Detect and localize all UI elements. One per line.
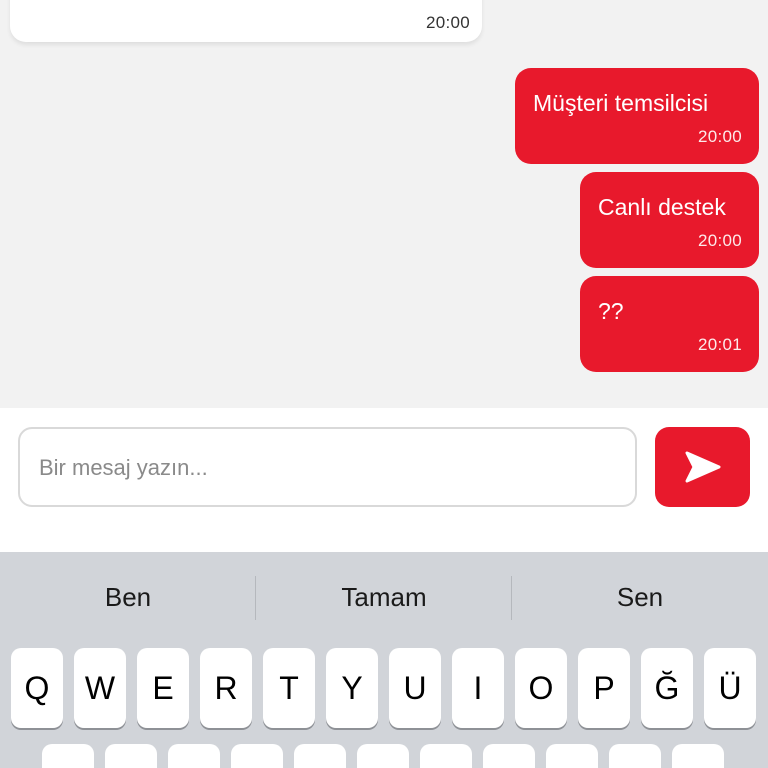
keyboard-key[interactable] xyxy=(294,744,346,768)
key-e[interactable]: E xyxy=(137,648,189,728)
keyboard-key[interactable] xyxy=(420,744,472,768)
message-input[interactable]: Bir mesaj yazın... xyxy=(18,427,637,507)
message-list[interactable]: 20:00 Müşteri temsilcisi 20:00 Canlı des… xyxy=(0,0,768,408)
chat-screen: 20:00 Müşteri temsilcisi 20:00 Canlı des… xyxy=(0,0,768,768)
keyboard-key[interactable] xyxy=(231,744,283,768)
keyboard-key[interactable] xyxy=(357,744,409,768)
send-button[interactable] xyxy=(655,427,750,507)
incoming-message-bubble: 20:00 xyxy=(10,0,482,42)
keyboard-key[interactable] xyxy=(483,744,535,768)
key-o[interactable]: O xyxy=(515,648,567,728)
message-text: Canlı destek xyxy=(598,194,726,220)
key-p[interactable]: P xyxy=(578,648,630,728)
key-u[interactable]: U xyxy=(389,648,441,728)
keyboard-key[interactable] xyxy=(105,744,157,768)
composer-bar: Bir mesaj yazın... xyxy=(0,408,768,552)
suggestion-bar: Ben Tamam Sen xyxy=(0,552,768,644)
outgoing-message-bubble: Müşteri temsilcisi 20:00 xyxy=(515,68,759,164)
key-q[interactable]: Q xyxy=(11,648,63,728)
keyboard-key[interactable] xyxy=(609,744,661,768)
key-g-breve[interactable]: Ğ xyxy=(641,648,693,728)
key-y[interactable]: Y xyxy=(326,648,378,728)
key-u-umlaut[interactable]: Ü xyxy=(704,648,756,728)
suggestion-item[interactable]: Sen xyxy=(512,582,768,613)
message-text: Müşteri temsilcisi xyxy=(533,90,709,116)
key-i[interactable]: I xyxy=(452,648,504,728)
message-time: 20:01 xyxy=(697,335,742,354)
send-arrow-icon xyxy=(685,451,720,483)
outgoing-message-bubble: ?? 20:01 xyxy=(580,276,759,372)
outgoing-message-bubble: Canlı destek 20:00 xyxy=(580,172,759,268)
keyboard-key[interactable] xyxy=(42,744,94,768)
suggestion-item[interactable]: Tamam xyxy=(256,582,512,613)
key-w[interactable]: W xyxy=(74,648,126,728)
message-time: 20:00 xyxy=(697,127,742,146)
message-time: 20:00 xyxy=(697,231,742,250)
key-t[interactable]: T xyxy=(263,648,315,728)
key-r[interactable]: R xyxy=(200,648,252,728)
keyboard-key[interactable] xyxy=(546,744,598,768)
suggestion-item[interactable]: Ben xyxy=(0,582,256,613)
on-screen-keyboard: Ben Tamam Sen Q W E R T Y U I O P Ğ Ü xyxy=(0,552,768,768)
keyboard-key[interactable] xyxy=(672,744,724,768)
keyboard-key[interactable] xyxy=(168,744,220,768)
message-time: 20:00 xyxy=(425,13,470,32)
message-input-placeholder: Bir mesaj yazın... xyxy=(39,455,208,480)
message-text: ?? xyxy=(598,298,624,324)
